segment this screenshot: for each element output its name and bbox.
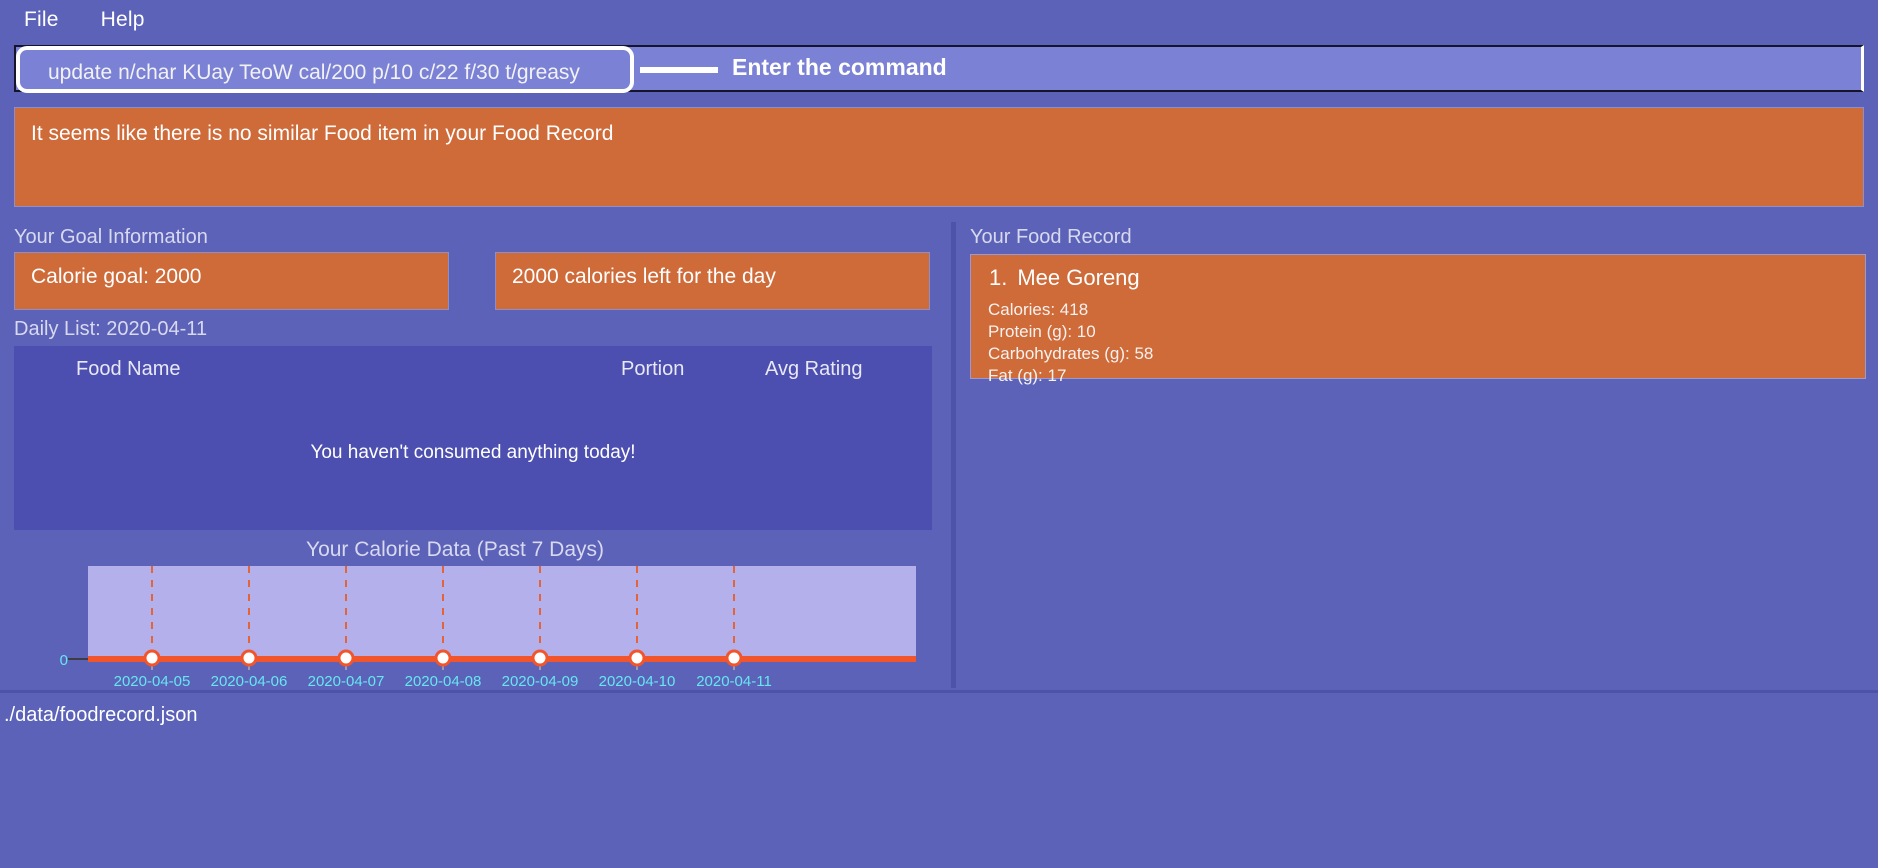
goal-section-label: Your Goal Information: [14, 226, 208, 248]
command-input-value: update n/char KUay TeoW cal/200 p/10 c/2…: [48, 61, 580, 84]
food-record-item-name: Mee Goreng: [1017, 265, 1140, 290]
left-pane: Your Goal Information Calorie goal: 2000…: [0, 222, 945, 688]
result-message: It seems like there is no similar Food i…: [31, 122, 614, 145]
goal-cards-row: Calorie goal: 2000 2000 calories left fo…: [0, 252, 945, 314]
chart-title: Your Calorie Data (Past 7 Days): [305, 538, 605, 561]
menu-item-help[interactable]: Help: [95, 6, 151, 34]
food-record-section-label: Your Food Record: [970, 226, 1132, 248]
food-record-item-index: 1.: [989, 265, 1008, 290]
calorie-goal-card: Calorie goal: 2000: [14, 252, 449, 310]
pane-divider[interactable]: [951, 222, 956, 688]
callout-connector-line: [640, 67, 718, 73]
chart-plot-background: [88, 566, 916, 659]
status-bar: ./data/foodrecord.json: [0, 690, 1878, 868]
food-record-item[interactable]: 1. Mee Goreng Calories: 418 Protein (g): …: [970, 254, 1866, 385]
food-record-protein: Protein (g): 10: [988, 322, 1096, 341]
calories-left-text: 2000 calories left for the day: [512, 265, 776, 288]
calorie-chart: Your Calorie Data (Past 7 Days) 0 2020-0…: [0, 538, 945, 688]
chart-xtick-3: 2020-04-08: [405, 673, 482, 688]
food-record-calories: Calories: 418: [988, 300, 1089, 319]
menu-item-file[interactable]: File: [18, 6, 65, 34]
daily-list-empty-message: You haven't consumed anything today!: [310, 442, 636, 463]
column-header-avg-rating[interactable]: Avg Rating: [765, 358, 862, 381]
food-record-item-title: 1. Mee Goreng: [989, 265, 1140, 291]
chart-xtick-5: 2020-04-10: [599, 673, 676, 688]
app-window: File Help update n/char KUay TeoW cal/20…: [0, 0, 1878, 868]
daily-list-label: Daily List: 2020-04-11: [14, 318, 208, 340]
chart-xtick-6: 2020-04-11: [696, 673, 772, 688]
callout-label: Enter the command: [732, 54, 947, 80]
food-record-fat: Fat (g): 17: [988, 366, 1067, 385]
calorie-goal-text: Calorie goal: 2000: [31, 265, 202, 288]
status-bar-separator: [0, 690, 1878, 693]
status-bar-path: ./data/foodrecord.json: [4, 704, 198, 726]
chart-xtick-2: 2020-04-07: [308, 673, 385, 688]
chart-xtick-4: 2020-04-09: [502, 673, 579, 688]
chart-xtick-0: 2020-04-05: [114, 673, 191, 688]
daily-list-table[interactable]: Food Name Portion Avg Rating You haven't…: [14, 346, 932, 530]
column-header-food-name[interactable]: Food Name: [76, 358, 181, 381]
result-display-box: It seems like there is no similar Food i…: [14, 107, 1864, 207]
column-header-portion[interactable]: Portion: [621, 358, 684, 381]
menu-bar: File Help: [0, 0, 1878, 40]
chart-ytick-0: 0: [60, 652, 68, 669]
daily-list-header-row: Food Name Portion Avg Rating: [14, 346, 932, 390]
main-panes: Your Goal Information Calorie goal: 2000…: [0, 222, 1878, 688]
food-record-carbohydrates: Carbohydrates (g): 58: [988, 344, 1154, 363]
chart-canvas: 0 2020-04-05 2020-04-06 2020-04-07 2020-…: [60, 566, 916, 688]
result-area: It seems like there is no similar Food i…: [0, 100, 1878, 215]
chart-xtick-1: 2020-04-06: [211, 673, 288, 688]
calories-left-card: 2000 calories left for the day: [495, 252, 930, 310]
right-pane: Your Food Record 1. Mee Goreng Calories: …: [958, 222, 1878, 688]
